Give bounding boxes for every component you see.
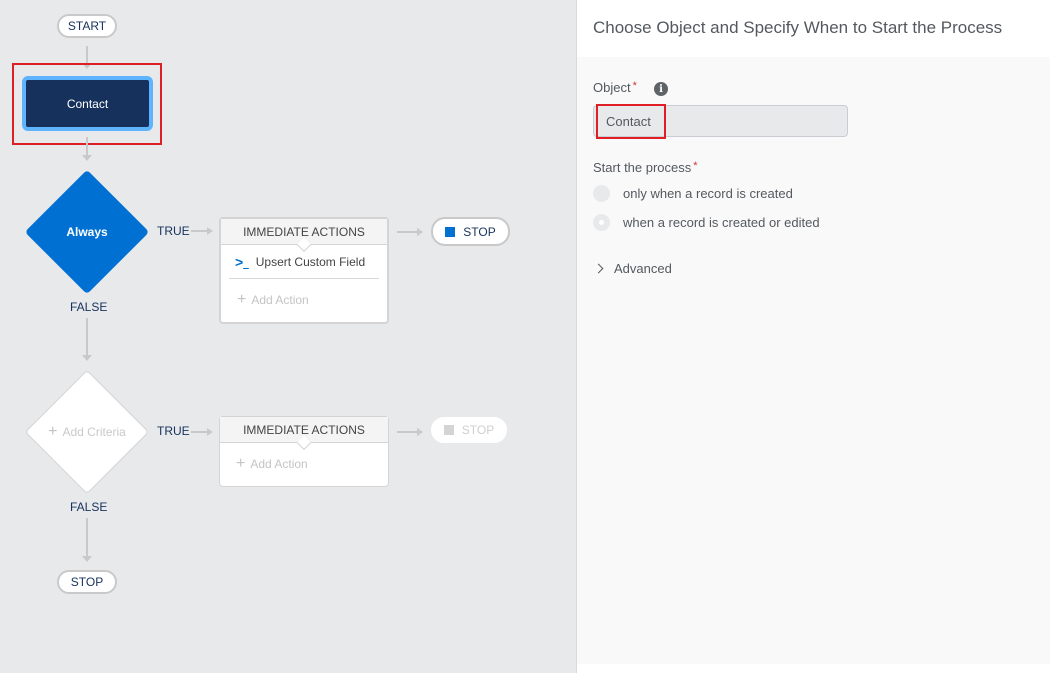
action-label: Upsert Custom Field — [255, 254, 366, 269]
stop-square-icon — [445, 226, 456, 237]
criteria-node-always[interactable]: Always — [24, 169, 150, 295]
chevron-right-icon — [593, 263, 604, 274]
connector-arrow — [82, 355, 92, 361]
radio-option-created[interactable]: only when a record is created — [593, 185, 793, 202]
criteria-label: Always — [66, 225, 108, 239]
highlight-box — [596, 104, 666, 139]
advanced-toggle[interactable]: Advanced — [593, 261, 672, 276]
false-label: FALSE — [70, 300, 108, 314]
process-canvas: START Contact Always TRUE IMMEDIATE ACTI… — [0, 0, 576, 673]
connector-arrow — [207, 428, 213, 436]
connector-line — [86, 46, 88, 64]
connector-line — [397, 231, 419, 233]
panel-title: Choose Object and Specify When to Start … — [577, 0, 1050, 57]
start-process-label: Start the process * — [593, 160, 698, 175]
add-action-button[interactable]: + Add Action — [221, 279, 387, 321]
connector-arrow — [82, 155, 92, 161]
info-icon[interactable]: i — [654, 82, 668, 96]
required-mark: * — [632, 80, 637, 92]
stop-node-disabled: STOP — [431, 417, 507, 443]
stop-node: STOP — [431, 217, 510, 246]
false-label: FALSE — [70, 500, 108, 514]
connector-arrow — [82, 556, 92, 562]
add-action-label: Add Action — [250, 457, 308, 471]
advanced-label: Advanced — [614, 261, 672, 276]
radio-label: only when a record is created — [623, 186, 793, 201]
add-action-label: Add Action — [251, 293, 309, 307]
connector-line — [397, 431, 419, 433]
panel-body: Object * i Contact Start the process * onl… — [577, 57, 1050, 664]
radio-label: when a record is created or edited — [623, 215, 820, 230]
connector-line — [86, 137, 88, 157]
add-criteria-node[interactable]: + Add Criteria — [24, 369, 150, 495]
connector-line — [86, 318, 88, 356]
plus-icon: + — [237, 291, 247, 308]
actions-header-label: IMMEDIATE ACTIONS — [243, 422, 365, 437]
radio-button[interactable] — [593, 214, 610, 231]
object-label: Object * — [593, 80, 637, 95]
criteria-label: + Add Criteria — [25, 370, 149, 494]
immediate-actions-box: IMMEDIATE ACTIONS >_ Upsert Custom Field… — [219, 217, 389, 324]
radio-button[interactable] — [593, 185, 610, 202]
start-process-label-text: Start the process — [593, 160, 692, 175]
required-mark: * — [693, 160, 698, 172]
connector-arrow — [417, 428, 423, 436]
true-label: TRUE — [157, 424, 190, 438]
stop-square-icon — [443, 425, 454, 435]
start-node: START — [57, 14, 117, 38]
object-label-text: Object — [593, 80, 631, 95]
plus-icon: + — [236, 455, 246, 472]
actions-header-label: IMMEDIATE ACTIONS — [243, 224, 365, 239]
radio-option-created-or-edited[interactable]: when a record is created or edited — [593, 214, 820, 231]
actions-header: IMMEDIATE ACTIONS — [220, 417, 388, 451]
plus-icon: + — [48, 423, 58, 440]
true-label: TRUE — [157, 224, 190, 238]
add-criteria-label: Add Criteria — [62, 425, 126, 439]
object-node[interactable]: Contact — [22, 76, 153, 131]
connector-arrow — [417, 228, 423, 236]
properties-panel: Choose Object and Specify When to Start … — [576, 0, 1050, 673]
actions-header: IMMEDIATE ACTIONS — [221, 219, 387, 253]
connector-line — [86, 518, 88, 558]
immediate-actions-box: IMMEDIATE ACTIONS + Add Action — [219, 416, 389, 487]
stop-label: STOP — [461, 423, 495, 437]
apex-icon: >_ — [235, 253, 249, 270]
end-stop-node: STOP — [57, 570, 117, 594]
connector-arrow — [207, 227, 213, 235]
stop-label: STOP — [463, 224, 496, 239]
